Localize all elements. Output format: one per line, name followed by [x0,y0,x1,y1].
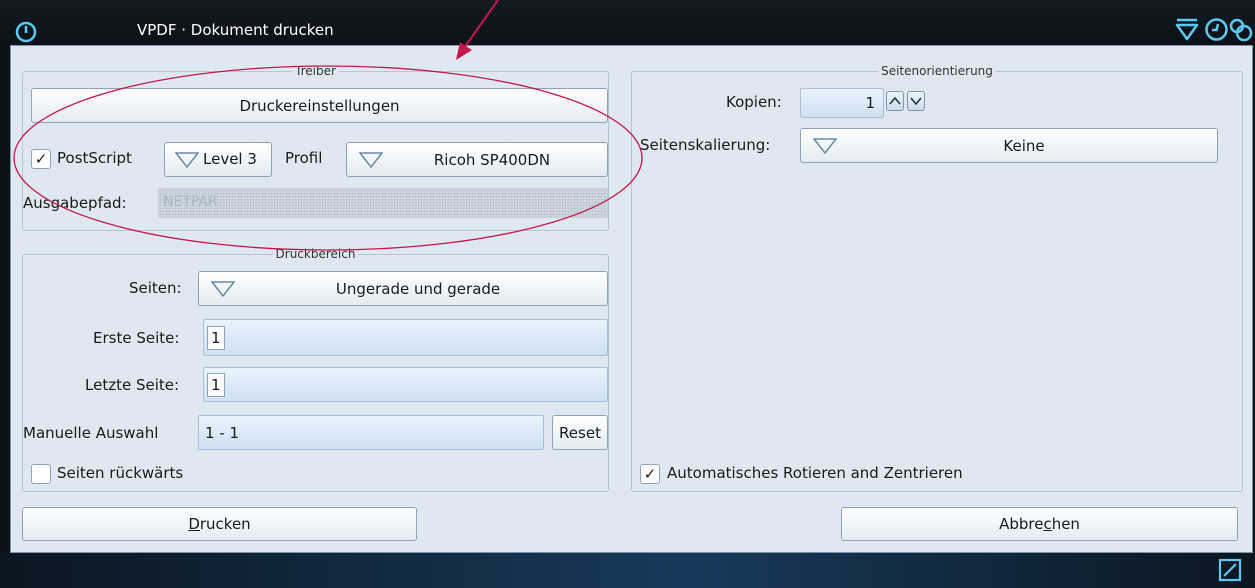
manual-selection-input[interactable]: 1 - 1 [198,415,544,450]
copies-input[interactable]: 1 [800,88,884,118]
dropdown-triangle-icon [175,151,199,168]
first-page-input[interactable]: 1 [203,319,608,356]
letzte-seite-label: Letzte Seite: [85,376,180,394]
last-page-input[interactable]: 1 [203,367,608,402]
page-scaling-value: Keine [1003,136,1045,155]
resize-edit-icon[interactable] [1218,558,1242,582]
first-page-value: 1 [207,325,225,350]
ausgabepfad-label: Ausgabepfad: [23,194,127,212]
manual-selection-value: 1 - 1 [205,423,240,442]
postscript-checkbox[interactable]: ✓ [31,149,51,169]
clock-icon[interactable] [1204,17,1229,42]
kopien-label: Kopien: [726,93,782,111]
cancel-button[interactable]: Abbre c hen [841,507,1238,541]
profile-combo[interactable]: Ricoh SP400DN [346,142,608,177]
profil-label: Profil [285,149,323,167]
manuelle-auswahl-label: Manuelle Auswahl [23,424,159,442]
reverse-pages-checkbox[interactable] [31,464,51,484]
menu-triangle-icon[interactable] [1174,16,1200,42]
print-button-accel: D [188,515,200,533]
postscript-label: PostScript [57,149,132,167]
last-page-value: 1 [207,372,225,397]
pages-combo[interactable]: Ungerade und gerade [198,271,608,306]
postscript-level-combo[interactable]: Level 3 [164,142,272,177]
spiral-icon[interactable] [1228,17,1254,43]
power-icon[interactable] [14,20,38,44]
seitenorientierung-group-title: Seitenorientierung [878,64,996,78]
cancel-button-label-end: hen [1051,515,1080,533]
page-scaling-combo[interactable]: Keine [800,128,1218,163]
postscript-level-value: Level 3 [203,150,257,168]
print-button-label: rucken [199,515,251,533]
copies-up-button[interactable] [886,91,904,111]
window-title: VPDF · Dokument drucken [137,21,334,39]
reset-button[interactable]: Reset [552,415,608,450]
profile-value: Ricoh SP400DN [433,150,551,169]
chevron-down-icon [910,97,922,106]
dropdown-triangle-icon [211,280,235,297]
dropdown-triangle-icon [359,151,383,168]
print-dialog: Treiber Druckereinstellungen ✓ PostScrip… [10,45,1253,553]
cancel-button-label-start: Abbre [999,515,1044,533]
treiber-group: Treiber Druckereinstellungen ✓ PostScrip… [22,64,609,231]
seitenorientierung-group: Seitenorientierung Kopien: 1 Seitenskali… [631,64,1243,492]
output-path-value: NETPAR [163,194,218,210]
auto-rotate-checkbox[interactable]: ✓ [640,464,660,484]
seiten-label: Seiten: [129,279,182,297]
pages-value: Ungerade und gerade [335,279,501,298]
title-bar: VPDF · Dokument drucken [0,0,1255,46]
cancel-button-accel: c [1043,515,1052,533]
erste-seite-label: Erste Seite: [93,329,180,347]
dropdown-triangle-icon [813,137,837,154]
reverse-pages-label: Seiten rückwärts [57,464,184,482]
annotation-arrow [456,0,499,60]
chevron-up-icon [889,96,901,105]
print-button[interactable]: Drucken [22,507,417,541]
bottom-bar [0,553,1255,588]
druckbereich-group: Druckbereich Seiten: Ungerade und gerade… [22,247,609,492]
seitenskalierung-label: Seitenskalierung: [640,136,771,154]
copies-value: 1 [865,94,875,112]
copies-down-button[interactable] [907,91,925,111]
output-path-field: NETPAR [158,188,608,218]
auto-rotate-label: Automatisches Rotieren and Zentrieren [667,464,963,482]
druckbereich-group-title: Druckbereich [272,247,359,261]
printer-settings-button[interactable]: Druckereinstellungen [31,88,608,123]
treiber-group-title: Treiber [292,64,339,78]
